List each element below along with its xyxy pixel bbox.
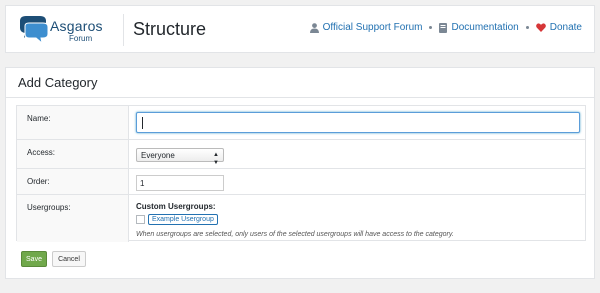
name-label: Name: — [27, 114, 51, 123]
user-icon — [309, 22, 319, 33]
add-category-panel: Add Category Name: Access: Everyone ▲ ▼ O… — [5, 67, 595, 279]
order-label: Order: — [27, 177, 50, 186]
save-button[interactable]: Save — [21, 251, 47, 267]
logo-name: Asgaros — [50, 18, 103, 34]
cancel-button[interactable]: Cancel — [52, 251, 86, 267]
order-input[interactable]: 1 — [136, 175, 224, 191]
usergroups-description: When usergroups are selected, only users… — [136, 231, 454, 238]
usergroup-tag[interactable]: Example Usergroup — [148, 214, 218, 225]
label-cell: Order: — [17, 169, 129, 194]
access-label: Access: — [27, 148, 56, 157]
access-select[interactable]: Everyone ▲ ▼ — [136, 148, 224, 166]
text-caret — [142, 117, 143, 129]
header: Asgaros Forum Structure Official Support… — [5, 5, 595, 53]
select-arrows-icon: ▲ ▼ — [213, 152, 219, 166]
usergroups-row: Usergroups: Custom Usergroups: Example U… — [17, 195, 585, 242]
heart-icon — [535, 23, 546, 32]
header-links: Official Support Forum Documentation Don… — [309, 22, 582, 33]
separator-dot — [525, 26, 529, 29]
panel-divider — [6, 97, 594, 98]
name-row: Name: — [17, 106, 585, 140]
usergroup-checkbox[interactable] — [136, 215, 145, 224]
header-divider — [123, 14, 124, 46]
support-forum-link[interactable]: Official Support Forum — [309, 22, 423, 33]
asgaros-logo[interactable]: Asgaros Forum — [16, 13, 116, 47]
support-forum-label: Official Support Forum — [322, 22, 423, 33]
name-input[interactable] — [136, 112, 580, 133]
usergroups-label: Usergroups: — [27, 203, 71, 212]
category-form: Name: Access: Everyone ▲ ▼ Order: 1 Userg… — [16, 105, 586, 242]
order-row: Order: 1 — [17, 169, 585, 195]
separator-dot — [429, 26, 433, 29]
custom-usergroups-title: Custom Usergroups: — [136, 202, 216, 211]
access-row: Access: Everyone ▲ ▼ — [17, 140, 585, 169]
documentation-link[interactable]: Documentation — [439, 22, 519, 33]
panel-title: Add Category — [18, 75, 98, 90]
label-cell: Usergroups: — [17, 195, 129, 242]
page-title: Structure — [133, 19, 207, 39]
documentation-label: Documentation — [451, 22, 519, 33]
speech-bubbles-icon — [20, 16, 49, 45]
access-selected-value: Everyone — [141, 151, 175, 160]
donate-label: Donate — [549, 22, 582, 33]
label-cell: Access: — [17, 140, 129, 168]
donate-link[interactable]: Donate — [535, 22, 582, 33]
logo-subtitle: Forum — [69, 34, 93, 43]
book-icon — [439, 22, 448, 33]
label-cell: Name: — [17, 106, 129, 139]
